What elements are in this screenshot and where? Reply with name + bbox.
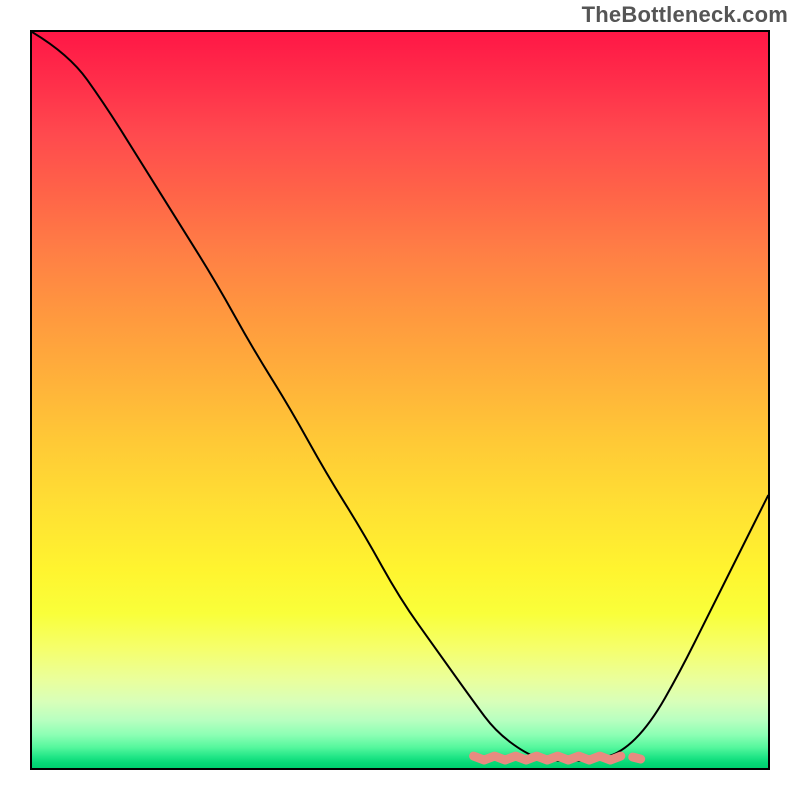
chart-container: TheBottleneck.com [0, 0, 800, 800]
plot-area [30, 30, 770, 770]
optimal-zone-marker [32, 32, 768, 768]
watermark-label: TheBottleneck.com [582, 2, 788, 28]
